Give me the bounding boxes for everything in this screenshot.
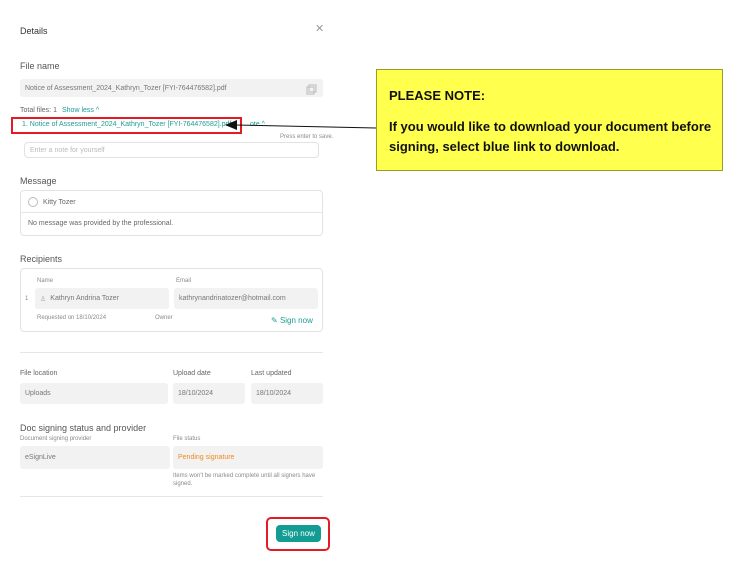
owner-label: Owner (155, 315, 173, 321)
please-note-callout: PLEASE NOTE: If you would like to downlo… (376, 69, 723, 171)
person-icon: ♙ (40, 295, 47, 303)
note-title: PLEASE NOTE: (389, 88, 486, 103)
message-label: Message (20, 176, 57, 186)
message-box: Kitty Tozer No message was provided by t… (20, 190, 323, 236)
last-updated-field: 18/10/2024 (251, 383, 323, 404)
note-body: If you would like to download your docum… (389, 119, 712, 154)
file-location-value: Uploads (25, 390, 51, 397)
pen-icon: ✎ (271, 316, 278, 325)
recipients-box: Name Email 1 ♙ Kathryn Andrina Tozer kat… (20, 268, 323, 332)
recipient-name-field: ♙ Kathryn Andrina Tozer (35, 288, 169, 309)
file-status-field: Pending signature (173, 446, 323, 469)
recipient-email-field: kathrynandrinatozer@hotmail.com (174, 288, 318, 309)
panel-title: Details (20, 26, 48, 36)
doc-signing-label: Doc signing status and provider (20, 423, 147, 433)
section-divider-2 (20, 496, 323, 497)
user-avatar-icon (28, 197, 38, 207)
section-divider-1 (20, 352, 323, 353)
file-name-label: File name (20, 61, 60, 71)
file-download-link[interactable]: 1. Notice of Assessment_2024_Kathryn_Toz… (22, 121, 231, 128)
file-name-field: Notice of Assessment_2024_Kathryn_Tozer … (20, 79, 323, 97)
recipient-email: kathrynandrinatozer@hotmail.com (179, 295, 286, 302)
details-panel: Details ✕ File name Notice of Assessment… (0, 0, 336, 564)
last-updated-label: Last updated (251, 370, 292, 377)
recipient-sign-now-label: Sign now (279, 316, 313, 325)
close-icon[interactable]: ✕ (315, 22, 324, 35)
sign-now-button[interactable]: Sign now (276, 525, 321, 542)
provider-value: eSignLive (25, 454, 56, 461)
copy-icon[interactable] (306, 82, 317, 95)
name-column-header: Name (37, 278, 54, 284)
file-location-field: Uploads (20, 383, 168, 404)
file-location-label: File location (20, 370, 58, 377)
annotation-arrow (225, 120, 377, 130)
note-input[interactable]: Enter a note for yourself (24, 142, 319, 158)
message-text: No message was provided by the professio… (28, 220, 174, 227)
message-sender: Kitty Tozer (43, 199, 76, 206)
provider-field: eSignLive (20, 446, 170, 469)
recipient-index: 1 (25, 296, 29, 302)
upload-date-value: 18/10/2024 (178, 390, 214, 397)
last-updated-value: 18/10/2024 (256, 390, 292, 397)
file-status-value: Pending signature (178, 454, 235, 461)
total-files: Total files: 1 (20, 107, 57, 114)
recipient-sign-now-link[interactable]: ✎ Sign now (271, 316, 313, 325)
upload-date-field: 18/10/2024 (173, 383, 245, 404)
status-help-text: Items won't be marked complete until all… (173, 473, 316, 487)
recipients-label: Recipients (20, 254, 63, 264)
requested-on: Requested on 18/10/2024 (37, 315, 107, 321)
file-name-value: Notice of Assessment_2024_Kathryn_Tozer … (25, 84, 227, 92)
show-less-link[interactable]: Show less ^ (62, 107, 99, 114)
recipient-name: Kathryn Andrina Tozer (50, 295, 120, 302)
provider-label: Document signing provider (20, 436, 92, 442)
message-divider (21, 212, 322, 213)
file-status-label: File status (173, 436, 201, 442)
email-column-header: Email (176, 278, 192, 284)
upload-date-label: Upload date (173, 370, 211, 377)
